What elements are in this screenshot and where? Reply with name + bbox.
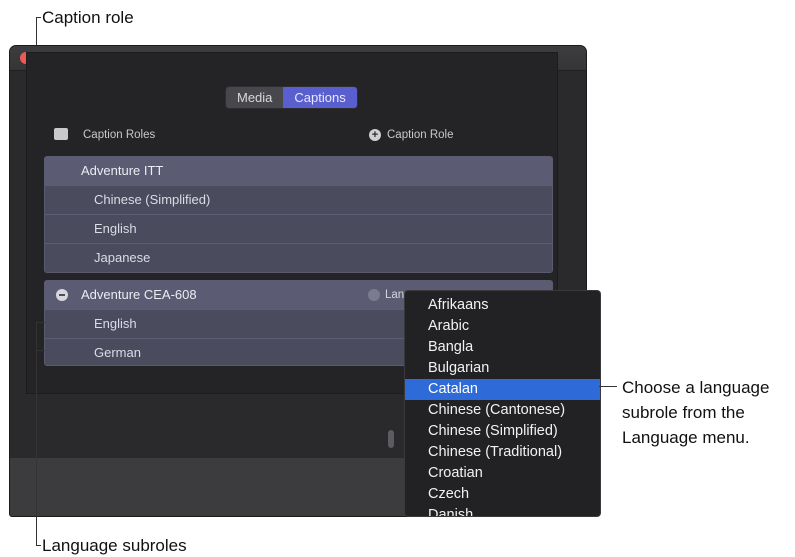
menu-item-catalan[interactable]: Catalan (405, 379, 600, 400)
menu-item-bulgarian[interactable]: Bulgarian (405, 358, 600, 379)
add-caption-role-button[interactable]: Caption Role (387, 129, 453, 141)
menu-item-chinese-cantonese[interactable]: Chinese (Cantonese) (405, 400, 600, 421)
menu-item-croatian[interactable]: Croatian (405, 463, 600, 484)
menu-item-danish[interactable]: Danish (405, 505, 600, 516)
language-menu-list: Afrikaans Arabic Bangla Bulgarian Catala… (405, 291, 600, 516)
add-language-icon[interactable] (368, 289, 380, 301)
caption-role-name: Adventure CEA-608 (81, 287, 197, 302)
page: Caption role Roles for Library “Adventur… (0, 0, 795, 557)
language-menu: Afrikaans Arabic Bangla Bulgarian Catala… (404, 290, 601, 517)
menu-item-czech[interactable]: Czech (405, 484, 600, 505)
subrole-item[interactable]: English (45, 215, 552, 244)
menu-item-chinese-traditional[interactable]: Chinese (Traditional) (405, 442, 600, 463)
menu-item-arabic[interactable]: Arabic (405, 316, 600, 337)
callout-line-language-menu (599, 386, 617, 387)
callout-line-subroles-mid-tick (36, 350, 45, 351)
menu-item-bangla[interactable]: Bangla (405, 337, 600, 358)
callout-choose-language-line-2: subrole from the (622, 403, 745, 422)
subrole-item[interactable]: Chinese (Simplified) (45, 186, 552, 215)
tab-media[interactable]: Media (226, 87, 284, 108)
tab-captions[interactable]: Captions (283, 87, 357, 108)
add-caption-role-icon[interactable]: + (369, 129, 381, 141)
segmented-tabs: Media Captions (225, 86, 358, 109)
callout-caption-role: Caption role (42, 8, 134, 27)
callout-language-subroles: Language subroles (42, 536, 187, 555)
caption-role-adventure-itt[interactable]: Adventure ITT (45, 157, 552, 186)
remove-role-icon[interactable] (56, 289, 68, 301)
subrole-item[interactable]: Japanese (45, 244, 552, 272)
callout-choose-language-line-1: Choose a language (622, 378, 770, 397)
caption-role-group-adventure-itt: Adventure ITT Chinese (Simplified) Engli… (44, 156, 553, 273)
callout-line-subroles-bottom (36, 545, 41, 546)
caption-roles-header: Caption Roles + Caption Role (54, 128, 554, 144)
menu-item-afrikaans[interactable]: Afrikaans (405, 295, 600, 316)
caption-roles-label: Caption Roles (83, 129, 156, 141)
caption-icon (54, 128, 68, 140)
callout-line-subroles-top-tick (36, 322, 45, 323)
language-menu-button[interactable]: Lan (385, 281, 404, 309)
bottom-button-edge[interactable] (388, 430, 394, 448)
callout-line-subroles-vertical (36, 322, 37, 545)
menu-item-chinese-simplified[interactable]: Chinese (Simplified) (405, 421, 600, 442)
callout-choose-language-line-3: Language menu. (622, 428, 750, 447)
